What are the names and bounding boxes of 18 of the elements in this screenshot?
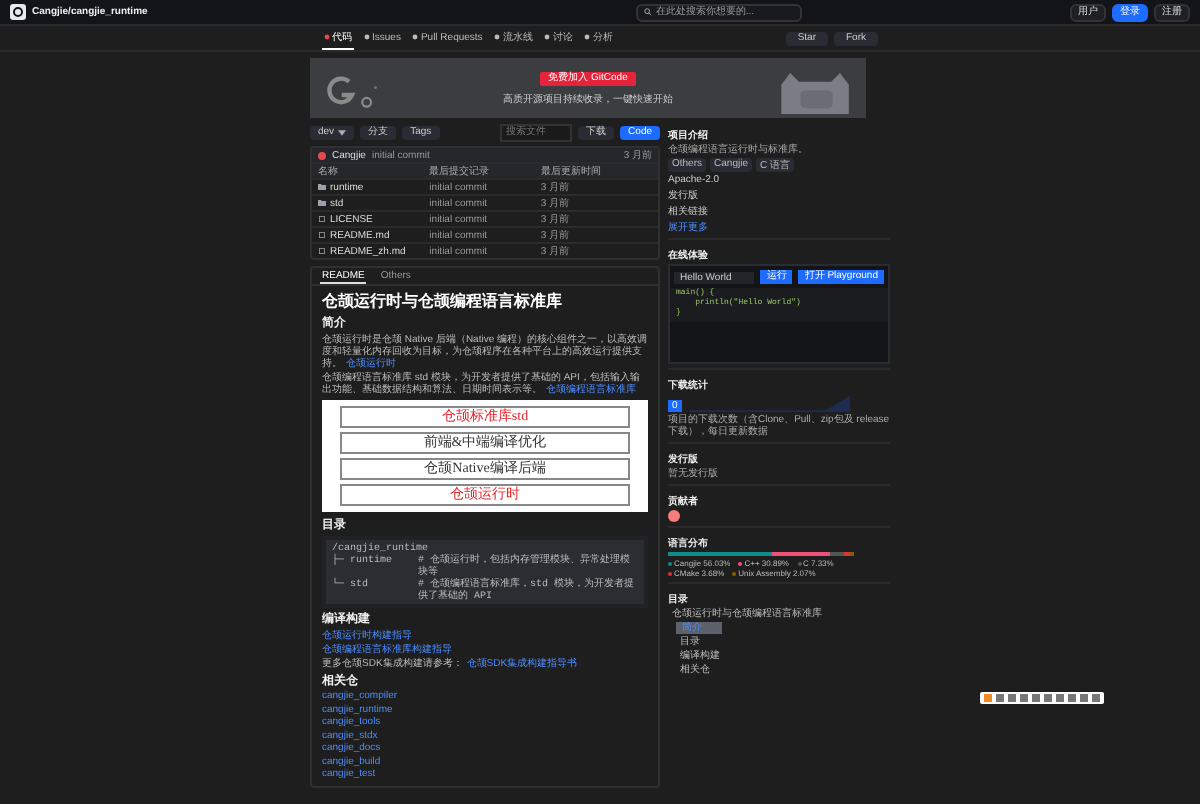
logo-drawing [322,70,382,114]
folder-icon [318,184,326,190]
readme-title: 仓颉运行时与仓颉编程语言标准库 [322,292,564,312]
search-icon [643,8,652,16]
dot-icon [412,34,419,40]
file-icon [318,248,326,254]
folder-icon [318,200,326,206]
dot-icon [494,34,501,40]
dot-icon [324,34,330,40]
caret-icon [338,129,347,135]
avatar-icon[interactable] [668,510,680,522]
logo-icon[interactable] [10,4,26,20]
dot-icon [544,34,551,40]
dot-icon [584,34,591,40]
file-icon [318,232,326,238]
file-icon [318,216,326,222]
dot-icon [364,34,370,40]
avatar-icon [318,151,326,159]
